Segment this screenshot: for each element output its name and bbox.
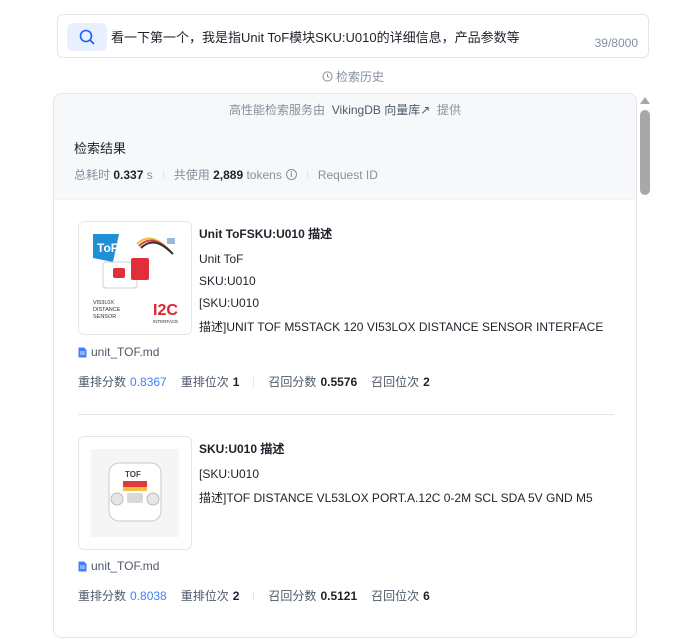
- rerank-score-label: 重排分数: [78, 589, 127, 603]
- recall-score-value: 0.5121: [320, 588, 358, 603]
- unit-tof-product-image: ToF VI53L0X DISTANCE SENSOR I2C INTERFAC…: [79, 222, 191, 334]
- external-link-icon: ↗: [420, 103, 431, 117]
- file-icon: [78, 347, 87, 357]
- tof-unit-product-image: TOF: [91, 449, 179, 537]
- rerank-score-value: 0.8038: [130, 588, 167, 603]
- recall-rank-value: 6: [423, 588, 430, 603]
- result-scores: 重排分数 0.8367 重排位次 1 召回分数 0.5576 召回位次 2: [78, 373, 430, 390]
- file-name: unit_TOF.md: [91, 345, 160, 359]
- recall-rank-value: 2: [423, 374, 430, 389]
- svg-text:INTERFACE: INTERFACE: [153, 319, 178, 324]
- powered-by: 高性能检索服务由 VikingDB 向量库↗ 提供: [54, 94, 636, 122]
- scrollbar[interactable]: [639, 95, 651, 629]
- result-line: [SKU:U010: [199, 296, 260, 310]
- results-panel-header: 高性能检索服务由 VikingDB 向量库↗ 提供 检索结果 总耗时 0.337…: [54, 94, 636, 200]
- vikingdb-label: VikingDB 向量库: [331, 103, 421, 117]
- rerank-rank-value: 2: [232, 588, 240, 603]
- svg-text:TOF: TOF: [125, 470, 141, 479]
- tokens-unit: tokens: [246, 167, 282, 182]
- search-button[interactable]: [67, 23, 107, 51]
- search-history-link[interactable]: 检索历史: [0, 68, 699, 85]
- rerank-score-label: 重排分数: [78, 375, 127, 389]
- time-label: 总耗时: [74, 168, 111, 182]
- source-file-link[interactable]: unit_TOF.md: [78, 345, 159, 359]
- result-line: SKU:U010: [199, 274, 256, 288]
- result-line: 描述]UNIT TOF M5STACK 120 VI53LOX DISTANCE…: [199, 320, 604, 334]
- divider: [253, 376, 255, 387]
- result-title: SKU:U010 描述: [199, 442, 285, 456]
- char-count: 39/8000: [594, 36, 638, 50]
- search-input[interactable]: 看一下第一个，我是指Unit ToF模块SKU:U010的详细信息，产品参数等: [111, 27, 520, 46]
- result-line: [SKU:U010: [199, 467, 260, 481]
- info-icon[interactable]: i: [285, 169, 297, 180]
- product-image[interactable]: TOF: [78, 436, 192, 550]
- divider: [253, 590, 255, 601]
- result-line: Unit ToF: [199, 252, 244, 266]
- tokens-label: 共使用: [173, 168, 210, 182]
- results-stats: 总耗时 0.337 s 共使用 2,889 tokens i Request I…: [74, 166, 636, 183]
- powered-prefix: 高性能检索服务由: [229, 103, 326, 117]
- history-label: 检索历史: [335, 70, 384, 84]
- rerank-score-value: 0.8367: [130, 374, 167, 389]
- search-icon: [79, 29, 95, 45]
- svg-text:ToF: ToF: [97, 241, 118, 255]
- divider: [162, 169, 164, 180]
- result-title: Unit ToFSKU:U010 描述: [199, 227, 333, 241]
- result-divider: [78, 414, 614, 415]
- recall-score-label: 召回分数: [268, 375, 317, 389]
- recall-score-value: 0.5576: [320, 374, 358, 389]
- divider: [306, 169, 308, 180]
- product-image[interactable]: ToF VI53L0X DISTANCE SENSOR I2C INTERFAC…: [78, 221, 192, 335]
- recall-rank-label: 召回位次: [371, 589, 420, 603]
- file-name: unit_TOF.md: [91, 559, 160, 573]
- svg-text:VI53L0X: VI53L0X: [93, 300, 114, 306]
- results-panel: 高性能检索服务由 VikingDB 向量库↗ 提供 检索结果 总耗时 0.337…: [53, 93, 637, 638]
- file-icon: [78, 561, 87, 571]
- result-line: 描述]TOF DISTANCE VL53LOX PORT.A.12C 0-2M …: [199, 491, 593, 505]
- rerank-rank-value: 1: [232, 374, 240, 389]
- time-value: 0.337: [113, 167, 144, 182]
- svg-text:I2C: I2C: [153, 302, 178, 319]
- scroll-thumb[interactable]: [640, 110, 650, 195]
- time-unit: s: [146, 167, 153, 182]
- vikingdb-link[interactable]: VikingDB 向量库↗: [328, 103, 431, 117]
- recall-score-label: 召回分数: [268, 589, 317, 603]
- source-file-link[interactable]: unit_TOF.md: [78, 559, 159, 573]
- request-id-label[interactable]: Request ID: [318, 168, 378, 182]
- tokens-value: 2,889: [213, 167, 244, 182]
- powered-suffix: 提供: [436, 103, 461, 117]
- result-scores: 重排分数 0.8038 重排位次 2 召回分数 0.5121 召回位次 6: [78, 587, 430, 604]
- scroll-up-arrow-icon[interactable]: [640, 97, 650, 104]
- recall-rank-label: 召回位次: [371, 375, 420, 389]
- rerank-rank-label: 重排位次: [180, 589, 229, 603]
- search-box[interactable]: 看一下第一个，我是指Unit ToF模块SKU:U010的详细信息，产品参数等 …: [57, 14, 649, 58]
- svg-text:DISTANCE: DISTANCE: [93, 307, 121, 313]
- clock-icon: [322, 71, 333, 82]
- results-title: 检索结果: [74, 141, 127, 156]
- rerank-rank-label: 重排位次: [180, 375, 229, 389]
- svg-text:SENSOR: SENSOR: [93, 314, 116, 320]
